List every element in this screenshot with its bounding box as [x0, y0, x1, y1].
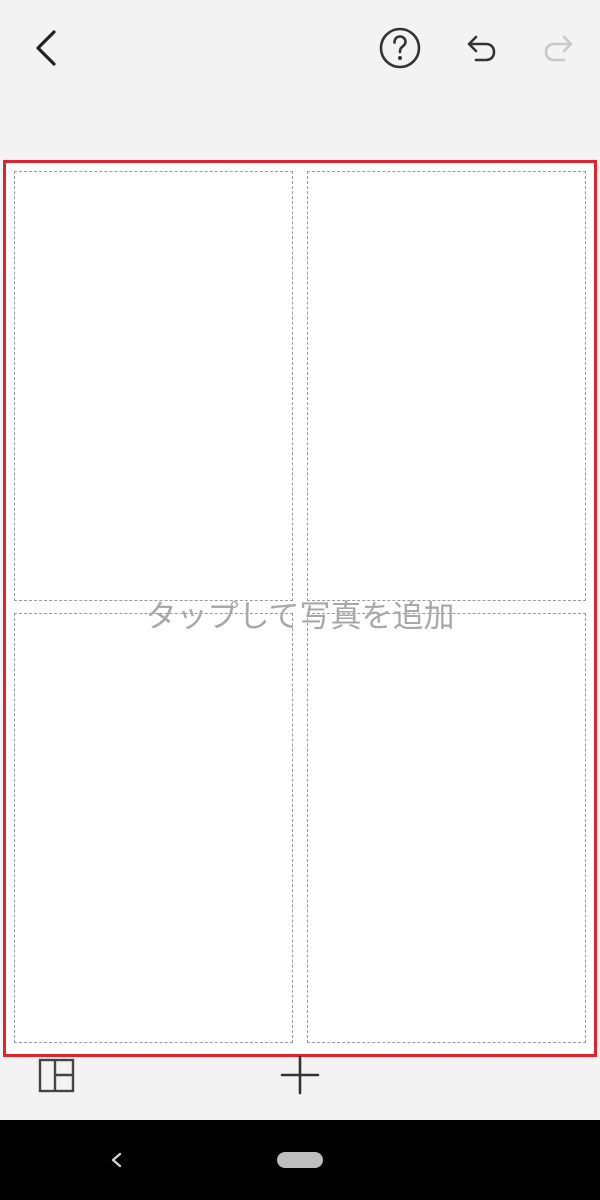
plus-icon: [280, 1055, 320, 1095]
nav-home-pill[interactable]: [277, 1152, 323, 1168]
redo-button[interactable]: [536, 24, 584, 72]
chevron-left-icon: [36, 30, 56, 66]
photo-slot-1[interactable]: [14, 171, 293, 601]
undo-arrow-icon: [467, 35, 496, 62]
undo-button[interactable]: [456, 24, 504, 72]
layout-button[interactable]: [36, 1057, 78, 1095]
photo-slot-3[interactable]: [14, 613, 293, 1043]
nav-back-icon: [111, 1152, 122, 1168]
photo-slot-2[interactable]: [307, 171, 586, 601]
photo-slot-4[interactable]: [307, 613, 586, 1043]
question-circle-icon: [379, 27, 421, 69]
back-button[interactable]: [22, 24, 70, 72]
add-photo-hint[interactable]: タップして写真を追加: [6, 591, 594, 636]
help-button[interactable]: [376, 24, 424, 72]
layout-grid-icon: [38, 1058, 75, 1093]
collage-editor-screen: タップして写真を追加: [0, 0, 600, 1200]
redo-arrow-icon: [544, 35, 573, 62]
top-toolbar: [0, 0, 600, 96]
system-navigation-bar: [0, 1120, 600, 1200]
nav-back-button[interactable]: [104, 1144, 128, 1176]
bottom-toolbar: [0, 1055, 600, 1120]
collage-canvas[interactable]: タップして写真を追加: [3, 160, 597, 1057]
add-button[interactable]: [276, 1051, 324, 1099]
